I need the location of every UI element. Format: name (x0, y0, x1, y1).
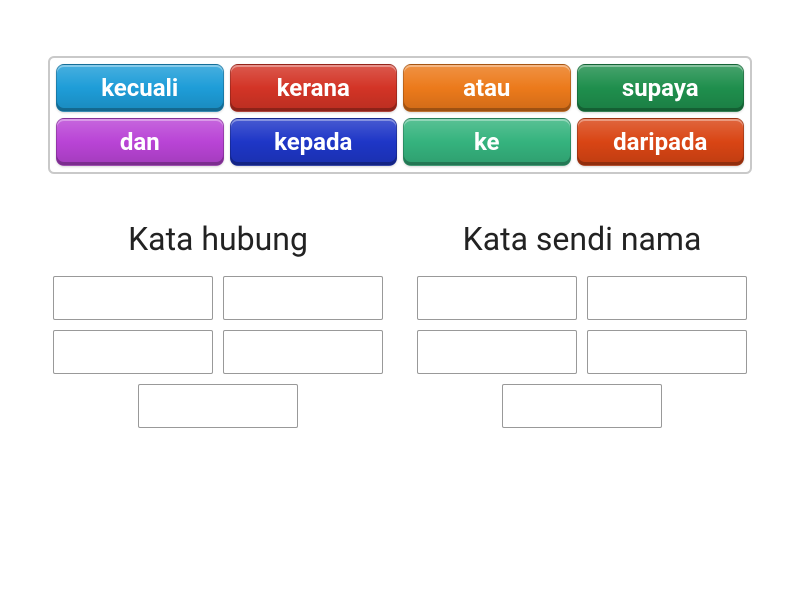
word-tile[interactable]: kecuali (56, 64, 224, 112)
tile-label: kepada (274, 128, 352, 156)
drop-slot[interactable] (138, 384, 298, 428)
drop-slot[interactable] (223, 330, 383, 374)
drop-slot[interactable] (587, 276, 747, 320)
drop-slot[interactable] (417, 276, 577, 320)
category-kata-hubung: Kata hubung (48, 220, 388, 428)
word-tile[interactable]: kepada (230, 118, 398, 166)
drop-slot[interactable] (53, 276, 213, 320)
slot-grid (412, 276, 752, 428)
drop-slot[interactable] (587, 330, 747, 374)
drop-slot[interactable] (502, 384, 662, 428)
tile-label: daripada (613, 128, 707, 156)
drop-slot[interactable] (417, 330, 577, 374)
tile-label: dan (120, 128, 160, 156)
drop-slot[interactable] (223, 276, 383, 320)
category-title: Kata sendi nama (463, 220, 702, 258)
tile-label: supaya (622, 74, 699, 102)
tile-label: atau (463, 74, 510, 102)
word-tile[interactable]: ke (403, 118, 571, 166)
word-tile[interactable]: daripada (577, 118, 745, 166)
word-bank: kecuali kerana atau supaya dan kepada ke… (48, 56, 752, 174)
tile-label: kerana (277, 74, 350, 102)
tile-label: kecuali (101, 74, 178, 102)
word-tile[interactable]: dan (56, 118, 224, 166)
categories-container: Kata hubung Kata sendi nama (48, 220, 752, 428)
word-tile[interactable]: supaya (577, 64, 745, 112)
category-title: Kata hubung (128, 220, 308, 258)
tile-label: ke (474, 128, 500, 156)
word-tile[interactable]: kerana (230, 64, 398, 112)
slot-grid (48, 276, 388, 428)
category-kata-sendi-nama: Kata sendi nama (412, 220, 752, 428)
drop-slot[interactable] (53, 330, 213, 374)
word-tile[interactable]: atau (403, 64, 571, 112)
